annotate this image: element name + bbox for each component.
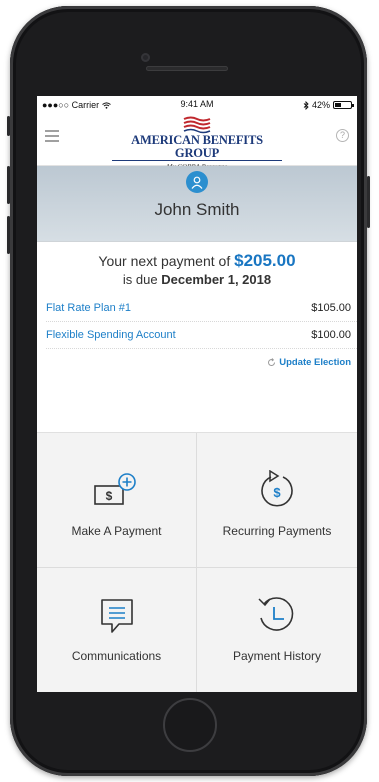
plan-amount: $100.00 xyxy=(311,329,351,341)
due-prefix: is due xyxy=(122,272,158,287)
status-time: 9:41 AM xyxy=(180,99,214,109)
payment-history-tile[interactable]: Payment History xyxy=(197,568,357,692)
logo-text: AMERICAN BENEFITS GROUP xyxy=(112,134,282,161)
make-payment-icon: $ xyxy=(93,473,136,505)
profile-banner: John Smith xyxy=(37,166,357,242)
payment-prefix: Your next payment of xyxy=(98,253,231,269)
update-election-label[interactable]: Update Election xyxy=(279,357,351,368)
payment-summary: Your next payment of $205.00 is due Dece… xyxy=(37,242,357,295)
front-camera xyxy=(141,53,150,62)
user-name: John Smith xyxy=(154,200,240,219)
earpiece xyxy=(146,66,228,71)
phone-power-button xyxy=(367,176,370,228)
plan-name[interactable]: Flat Rate Plan #1 xyxy=(46,302,131,314)
help-icon[interactable]: ? xyxy=(336,129,349,142)
refresh-icon xyxy=(268,358,276,366)
tile-label: Recurring Payments xyxy=(222,524,332,538)
phone-side-button xyxy=(7,116,10,136)
plan-amount: $105.00 xyxy=(311,302,351,314)
communications-icon xyxy=(100,599,133,633)
avatar[interactable] xyxy=(186,171,208,193)
flag-logo-icon xyxy=(183,116,211,134)
tile-label: Payment History xyxy=(232,649,322,663)
tile-label: Communications xyxy=(71,649,162,663)
app-screen: ●●●○○ Carrier 9:41 AM 42% AMERICAN BENEF… xyxy=(37,96,357,692)
due-date: December 1, 2018 xyxy=(161,272,272,287)
tile-label: Make A Payment xyxy=(71,524,162,538)
action-tiles: $ Make A Payment $ Recurring Payments Co… xyxy=(37,432,357,692)
status-bar: ●●●○○ Carrier 9:41 AM 42% xyxy=(37,96,357,114)
phone-volume-down xyxy=(7,216,10,254)
plan-row[interactable]: Flexible Spending Account $100.00 xyxy=(46,322,357,349)
payment-amount: $205.00 xyxy=(234,251,296,270)
app-header: AMERICAN BENEFITS GROUP My COBRA Resourc… xyxy=(37,114,357,171)
recurring-payments-tile[interactable]: $ Recurring Payments xyxy=(197,433,357,568)
svg-text:$: $ xyxy=(273,485,281,500)
payment-history-icon xyxy=(258,597,294,631)
phone-volume-up xyxy=(7,166,10,204)
battery-icon xyxy=(333,101,354,109)
make-payment-tile[interactable]: $ Make A Payment xyxy=(37,433,197,568)
recurring-payments-icon: $ xyxy=(261,470,293,507)
hamburger-menu-icon[interactable] xyxy=(45,130,59,142)
plan-row[interactable]: Flat Rate Plan #1 $105.00 xyxy=(46,295,357,322)
update-election-link[interactable]: Update Election xyxy=(37,349,357,376)
battery-level xyxy=(335,103,342,107)
user-icon xyxy=(191,176,203,189)
plan-name[interactable]: Flexible Spending Account xyxy=(46,329,176,341)
company-logo: AMERICAN BENEFITS GROUP My COBRA Resourc… xyxy=(112,116,282,171)
communications-tile[interactable]: Communications xyxy=(37,568,197,692)
home-button[interactable] xyxy=(163,698,217,752)
svg-text:$: $ xyxy=(105,489,112,503)
